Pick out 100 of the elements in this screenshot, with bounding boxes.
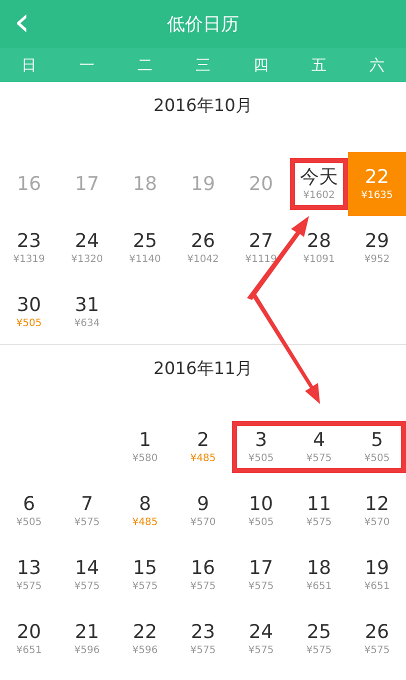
date-number: 17 [248,556,274,580]
date-number: 26 [364,620,390,644]
date-number: 25 [132,229,158,253]
weekday-label: 一 [80,56,94,74]
date-cell[interactable]: 3 ¥505 [232,415,290,479]
date-number: 16 [190,556,216,580]
date-number: 1 [138,428,152,452]
date-cell[interactable]: 今天 ¥1602 [290,152,348,216]
price-label: ¥575 [190,644,216,658]
date-cell[interactable]: 13 ¥575 [0,543,58,607]
weekday-label: 四 [254,56,268,74]
date-cell[interactable]: 12 ¥570 [348,479,406,543]
weekday-label: 五 [312,56,326,74]
date-number: 28 [306,229,332,253]
price-label: ¥1602 [303,189,335,203]
date-cell[interactable]: 8 ¥485 [116,479,174,543]
date-number: 今天 [300,165,338,189]
date-number: 19 [364,556,390,580]
date-cell[interactable]: 24 ¥575 [232,607,290,671]
date-cell[interactable]: 17 ¥575 [232,543,290,607]
date-cell[interactable]: 4 ¥575 [290,415,348,479]
date-number: 21 [74,620,100,644]
price-label: ¥651 [364,580,390,594]
date-cell[interactable]: 26 ¥575 [348,607,406,671]
price-label: ¥505 [16,516,42,530]
price-label: ¥575 [16,580,42,594]
price-label: ¥651 [306,580,332,594]
date-number: 22 [132,620,158,644]
date-cell[interactable]: 30 ¥505 [0,280,58,344]
date-cell[interactable]: 2 ¥485 [174,415,232,479]
date-number: 4 [312,428,326,452]
date-cell[interactable]: 29 ¥952 [348,216,406,280]
price-label: ¥651 [16,644,42,658]
price-label: ¥570 [364,516,390,530]
date-cell[interactable]: 24 ¥1320 [58,216,116,280]
price-label: ¥575 [132,580,158,594]
date-number: 12 [364,492,390,516]
date-number: 11 [306,492,332,516]
date-number: 6 [22,492,36,516]
date-cell[interactable]: 15 ¥575 [116,543,174,607]
date-cell[interactable]: 18 ¥651 [290,543,348,607]
weekday-label: 二 [138,56,152,74]
date-number: 20 [16,620,42,644]
date-cell[interactable]: 23 ¥1319 [0,216,58,280]
price-label: ¥952 [364,253,390,267]
date-cell[interactable]: 10 ¥505 [232,479,290,543]
month-title: 2016年10月 [154,95,252,117]
date-number: 20 [248,172,274,196]
date-cell[interactable]: 25 ¥575 [290,607,348,671]
date-cell[interactable]: 22 ¥596 [116,607,174,671]
price-label: ¥596 [74,644,100,658]
price-label: ¥505 [248,516,274,530]
date-number: 18 [132,172,158,196]
price-label: ¥1140 [129,253,161,267]
date-cell[interactable]: 5 ¥505 [348,415,406,479]
date-cell[interactable]: 31 ¥634 [58,280,116,344]
date-cell[interactable]: 23 ¥575 [174,607,232,671]
date-number: 3 [254,428,268,452]
price-label: ¥1319 [13,253,45,267]
date-cell[interactable]: 6 ¥505 [0,479,58,543]
price-label: ¥505 [16,317,42,331]
date-cell[interactable]: 7 ¥575 [58,479,116,543]
date-number: 23 [190,620,216,644]
month-title: 2016年11月 [154,358,252,380]
price-label: ¥1119 [245,253,277,267]
price-label: ¥1320 [71,253,103,267]
price-label: ¥1091 [303,253,335,267]
price-label: ¥485 [190,452,216,466]
price-label: ¥575 [74,516,100,530]
price-label: ¥575 [248,580,274,594]
date-cell[interactable]: 16 ¥575 [174,543,232,607]
date-cell[interactable]: 20 ¥651 [0,607,58,671]
date-number: 9 [196,492,210,516]
date-cell[interactable]: 27 ¥1119 [232,216,290,280]
date-number: 2 [196,428,210,452]
price-label: ¥575 [306,516,332,530]
date-cell[interactable]: 14 ¥575 [58,543,116,607]
date-number: 14 [74,556,100,580]
price-label: ¥575 [306,452,332,466]
date-cell[interactable]: 25 ¥1140 [116,216,174,280]
date-cell[interactable]: 9 ¥570 [174,479,232,543]
date-number: 29 [364,229,390,253]
date-cell[interactable]: 19 ¥651 [348,543,406,607]
date-cell[interactable]: 11 ¥575 [290,479,348,543]
price-label: ¥1042 [187,253,219,267]
date-cell[interactable]: 28 ¥1091 [290,216,348,280]
date-number: 19 [190,172,216,196]
price-label: ¥575 [248,644,274,658]
price-label: ¥634 [74,317,100,331]
date-cell[interactable]: 1 ¥580 [116,415,174,479]
date-cell[interactable]: 21 ¥596 [58,607,116,671]
page-title: 低价日历 [167,13,239,36]
weekday-label: 六 [370,56,384,74]
date-number: 25 [306,620,332,644]
date-cell[interactable]: 26 ¥1042 [174,216,232,280]
date-number: 13 [16,556,42,580]
date-number: 22 [364,165,390,189]
date-number: 17 [74,172,100,196]
date-number: 27 [248,229,274,253]
date-number: 31 [74,293,100,317]
